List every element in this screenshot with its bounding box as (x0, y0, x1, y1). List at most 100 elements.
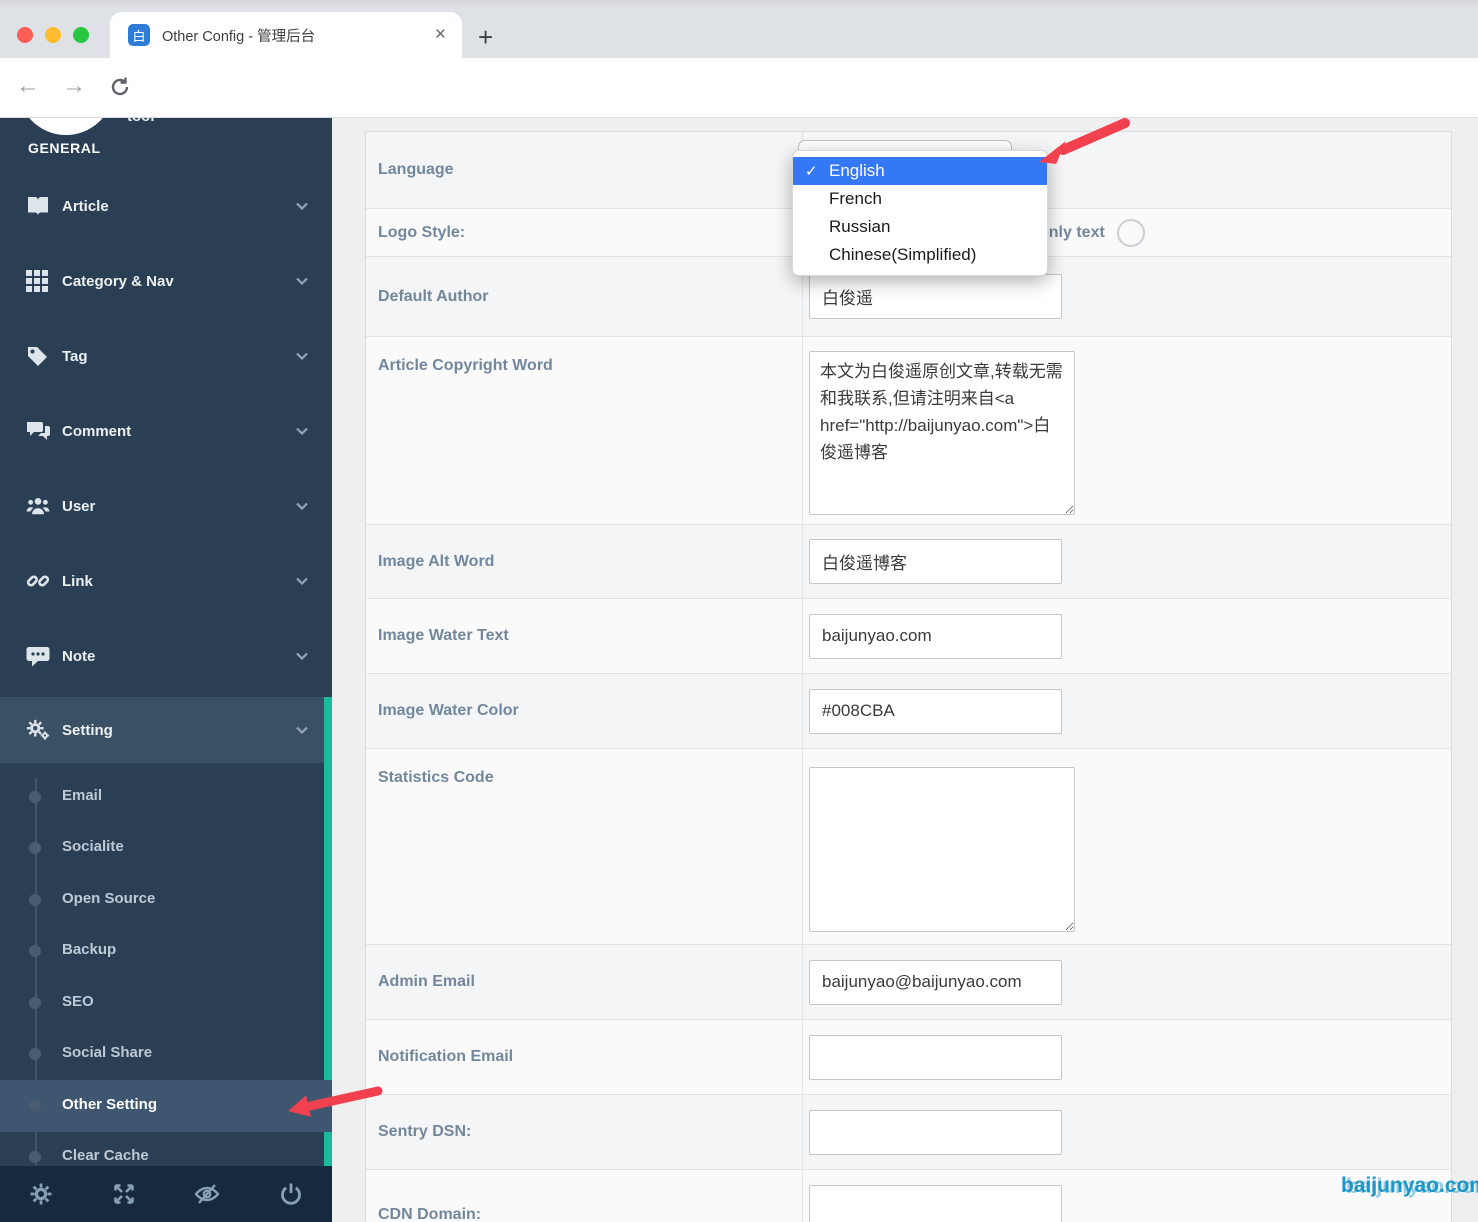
field-label-cdn-domain: CDN Domain: (378, 1205, 482, 1222)
field-label-notification-email: Notification Email (378, 1048, 514, 1065)
chevron-down-icon (296, 726, 308, 734)
field-label-language: Language (378, 161, 454, 178)
image-alt-word-input[interactable] (809, 539, 1062, 584)
image-water-color-input[interactable] (809, 688, 1062, 734)
image-water-text-input[interactable] (809, 613, 1062, 659)
option-label: French (829, 189, 882, 208)
language-dropdown-menu: ✓ English French Russian Chinese(Simplif… (792, 150, 1048, 276)
comments-icon (26, 421, 50, 441)
forward-icon[interactable]: → (62, 72, 86, 100)
sidebar-item-seo[interactable]: SEO (62, 993, 94, 1013)
notification-email-input[interactable] (809, 1034, 1062, 1080)
table-row: Sentry DSN: (366, 1095, 1451, 1170)
power-icon[interactable] (279, 1182, 303, 1206)
field-label-admin-email: Admin Email (378, 973, 475, 990)
default-author-input[interactable] (809, 274, 1062, 319)
sidebar-item-email[interactable]: Email (62, 787, 102, 807)
gears-icon (26, 718, 50, 742)
sidebar-item-tag[interactable]: Tag (0, 334, 332, 378)
chevron-down-icon (296, 577, 308, 585)
sidebar-item-clear-cache[interactable]: Clear Cache (62, 1147, 149, 1167)
sidebar-item-setting[interactable]: Setting (0, 697, 332, 763)
chevron-down-icon (296, 427, 308, 435)
back-icon[interactable]: ← (16, 72, 40, 100)
grid-icon (26, 270, 50, 292)
logo-style-option: only text (1039, 218, 1145, 247)
watermark: baijunyao.com (1341, 1174, 1478, 1197)
submenu-dot (29, 1100, 41, 1112)
tab-favicon: 白 (128, 24, 150, 46)
field-label-image-water-color: Image Water Color (378, 702, 519, 719)
submenu-dot (29, 945, 41, 957)
dropdown-option-french[interactable]: French (793, 185, 1047, 213)
sidebar-item-note[interactable]: Note (0, 634, 332, 678)
avatar (18, 118, 114, 135)
submenu-dot (29, 894, 41, 906)
sidebar-footer (0, 1166, 332, 1222)
option-label: English (829, 161, 885, 180)
field-label-article-copyright: Article Copyright Word (378, 357, 553, 374)
field-label-sentry-dsn: Sentry DSN: (378, 1123, 472, 1140)
sidebar-item-label: Tag (62, 347, 88, 365)
browser-toolbar: ← → Not Secure laravel-bjyblog.test/admi… (0, 58, 1478, 165)
tab-close-icon[interactable]: × (435, 24, 446, 46)
new-tab-button[interactable]: + (478, 22, 493, 53)
sidebar-item-socialite[interactable]: Socialite (62, 838, 124, 858)
sidebar-item-link[interactable]: Link (0, 559, 332, 603)
sidebar-item-user[interactable]: User (0, 484, 332, 528)
sidebar-item-article[interactable]: Article (0, 184, 332, 228)
link-icon (26, 569, 50, 593)
tab-title: Other Config - 管理后台 (162, 28, 316, 45)
admin-email-input[interactable] (809, 959, 1062, 1005)
eye-slash-icon[interactable] (194, 1182, 220, 1206)
sidebar-item-label: Article (62, 197, 109, 215)
annotation-arrow-dropdown (1039, 118, 1130, 164)
sidebar-item-category-nav[interactable]: Category & Nav (0, 259, 332, 303)
chevron-down-icon (296, 202, 308, 210)
table-row: Image Alt Word (366, 525, 1451, 599)
sidebar-item-label: Link (62, 572, 93, 590)
browser-tab[interactable]: 白 Other Config - 管理后台 × (110, 12, 462, 58)
dropdown-option-russian[interactable]: Russian (793, 213, 1047, 241)
statistics-code-textarea[interactable] (809, 767, 1075, 932)
submenu-dot (29, 791, 41, 803)
sidebar-item-other-setting[interactable]: Other Setting (62, 1096, 157, 1116)
sidebar: tool GENERAL Article Category & Nav Tag (0, 118, 332, 1222)
option-label: Russian (829, 217, 891, 236)
window-zoom-button[interactable] (73, 27, 89, 43)
field-label-default-author: Default Author (378, 287, 489, 305)
chevron-down-icon (296, 502, 308, 510)
radio-button[interactable] (1116, 218, 1145, 247)
settings-gear-icon[interactable] (29, 1182, 53, 1206)
browser-tab-strip: 白 Other Config - 管理后台 × + (0, 0, 1478, 58)
sidebar-item-open-source[interactable]: Open Source (62, 890, 155, 910)
chevron-down-icon (296, 652, 308, 660)
reload-icon[interactable] (108, 75, 132, 104)
sidebar-item-comment[interactable]: Comment (0, 409, 332, 453)
sidebar-item-label: Category & Nav (62, 272, 174, 290)
field-label-logo-style: Logo Style: (378, 223, 466, 241)
book-icon (26, 195, 50, 217)
sentry-dsn-input[interactable] (809, 1109, 1062, 1155)
article-copyright-textarea[interactable]: 本文为白俊遥原创文章,转载无需和我联系,但请注明来自<a href="http:… (809, 351, 1075, 515)
sidebar-item-backup[interactable]: Backup (62, 941, 116, 961)
field-label-image-alt: Image Alt Word (378, 552, 495, 570)
sidebar-item-social-share[interactable]: Social Share (62, 1044, 152, 1064)
radio-option-label: only text (1039, 223, 1105, 241)
submenu-dot (29, 1151, 41, 1163)
field-label-statistics-code: Statistics Code (378, 769, 494, 786)
table-row: CDN Domain: (366, 1170, 1451, 1222)
cdn-domain-input[interactable] (809, 1185, 1062, 1222)
window-minimize-button[interactable] (45, 27, 61, 43)
config-table: Language Logo Style: only text Default A… (365, 131, 1452, 1222)
fullscreen-icon[interactable] (112, 1182, 136, 1206)
sidebar-item-label: Comment (62, 422, 132, 440)
submenu-dot (29, 1048, 41, 1060)
users-icon (26, 496, 50, 516)
window-close-button[interactable] (17, 27, 33, 43)
option-label: Chinese(Simplified) (829, 245, 977, 264)
dropdown-option-english[interactable]: ✓ English (793, 157, 1047, 185)
dropdown-option-chinese[interactable]: Chinese(Simplified) (793, 241, 1047, 269)
config-form-panel: Language Logo Style: only text Default A… (332, 118, 1478, 1222)
table-row: Admin Email (366, 945, 1451, 1020)
